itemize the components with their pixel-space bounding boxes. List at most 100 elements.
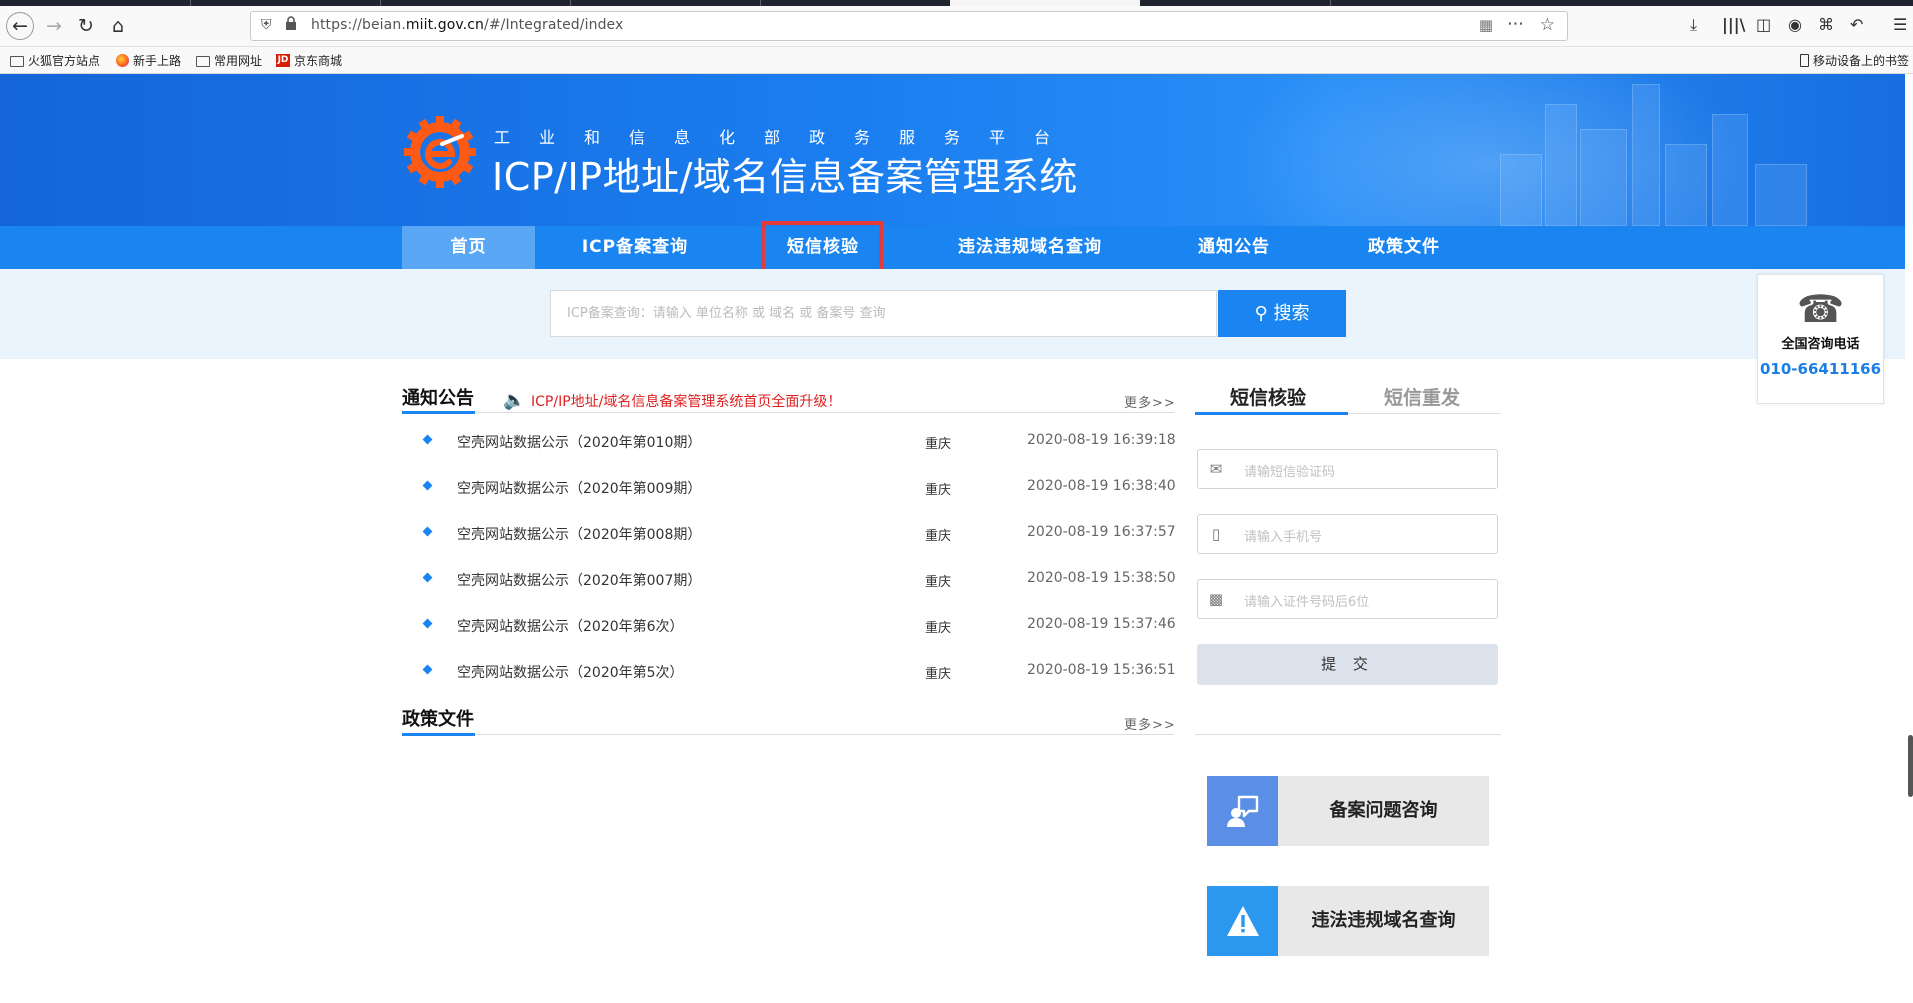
- menu-icon[interactable]: ☰: [1893, 15, 1907, 34]
- notice-title[interactable]: 空壳网站数据公示（2020年第007期）: [457, 570, 701, 590]
- hotline-card: ☎ 全国咨询电话 010-66411166: [1757, 274, 1884, 404]
- warning-icon: [1207, 886, 1278, 956]
- account-icon[interactable]: ◉: [1788, 15, 1802, 34]
- site-subtitle: 工业和信息化部政务服务平台: [494, 128, 1080, 147]
- bookmark-item[interactable]: 火狐官方站点: [10, 52, 100, 69]
- bullet-icon: [422, 572, 433, 583]
- mobile-device-icon: [1800, 54, 1809, 67]
- telephone-icon: ☎: [1796, 287, 1845, 331]
- bullet-icon: [422, 664, 433, 675]
- notice-time: 2020-08-19 16:39:18: [1027, 432, 1176, 448]
- notice-region: 重庆: [925, 575, 952, 590]
- submit-button[interactable]: 提 交: [1197, 644, 1498, 685]
- notice-title[interactable]: 空壳网站数据公示（2020年第008期）: [457, 524, 701, 544]
- folder-icon: [10, 55, 24, 67]
- notice-title[interactable]: 空壳网站数据公示（2020年第010期）: [457, 432, 701, 452]
- sms-bottom-divider: [1195, 734, 1501, 735]
- notice-title[interactable]: 空壳网站数据公示（2020年第5次）: [457, 662, 684, 682]
- page-scrollbar[interactable]: [1908, 735, 1913, 797]
- forward-arrow-icon[interactable]: →: [40, 12, 68, 40]
- tab-sms-verify[interactable]: 短信核验: [1230, 383, 1306, 410]
- nav-icp-query[interactable]: ICP备案查询: [560, 226, 710, 269]
- library-icon[interactable]: |||\: [1722, 15, 1745, 34]
- illegal-domain-quick-link[interactable]: 违法违规域名查询: [1207, 886, 1489, 956]
- folder-icon: [196, 55, 210, 67]
- notice-row[interactable]: 空壳网站数据公示（2020年第008期） 重庆 2020-08-19 16:37…: [402, 524, 1176, 554]
- address-bar[interactable]: ⛨ https://beian.miit.gov.cn/#/Integrated…: [250, 11, 1568, 41]
- nav-illegal-domain-query[interactable]: 违法违规域名查询: [940, 226, 1120, 269]
- shield-icon[interactable]: ⛨: [261, 17, 272, 33]
- notice-time: 2020-08-19 16:38:40: [1027, 478, 1176, 494]
- tab-sms-resend[interactable]: 短信重发: [1384, 383, 1460, 410]
- notice-row[interactable]: 空壳网站数据公示（2020年第5次） 重庆 2020-08-19 15:36:5…: [402, 662, 1176, 692]
- lock-icon[interactable]: [285, 16, 297, 34]
- notices-title-underline: [402, 411, 475, 414]
- notices-more-link[interactable]: 更多>>: [1124, 392, 1176, 411]
- nav-policy[interactable]: 政策文件: [1345, 226, 1463, 269]
- id-number-placeholder: 请输入证件号码后6位: [1244, 595, 1370, 610]
- notices-title[interactable]: 通知公告: [402, 384, 474, 410]
- notice-row[interactable]: 空壳网站数据公示（2020年第6次） 重庆 2020-08-19 15:37:4…: [402, 616, 1176, 646]
- miit-logo-icon: [404, 116, 476, 188]
- banner-building: [1665, 144, 1707, 226]
- bookmark-star-icon[interactable]: ☆: [1540, 15, 1555, 35]
- notice-region: 重庆: [925, 529, 952, 544]
- hotline-number[interactable]: 010-66411166: [1758, 360, 1883, 378]
- sidebar-icon[interactable]: ◫: [1756, 15, 1771, 34]
- sms-code-placeholder: 请输短信验证码: [1244, 465, 1336, 480]
- bookmark-label: 常用网址: [214, 54, 263, 68]
- site-banner: 工业和信息化部政务服务平台 ICP/IP地址/域名信息备案管理系统: [0, 74, 1905, 226]
- notice-marquee[interactable]: ICP/IP地址/域名信息备案管理系统首页全面升级！: [531, 391, 841, 411]
- notice-region: 重庆: [925, 667, 952, 682]
- notice-time: 2020-08-19 15:36:51: [1027, 662, 1176, 678]
- policy-more-link[interactable]: 更多>>: [1124, 714, 1176, 733]
- id-number-field[interactable]: ▩ 请输入证件号码后6位: [1197, 579, 1498, 619]
- banner-building: [1545, 104, 1577, 226]
- bookmark-item[interactable]: 常用网址: [196, 52, 262, 69]
- bookmark-item[interactable]: JD 京东商城: [276, 52, 342, 69]
- bullet-icon: [422, 434, 433, 445]
- back-arrow-icon[interactable]: ←: [6, 12, 34, 40]
- banner-building: [1755, 164, 1807, 226]
- reload-icon[interactable]: ↻: [72, 12, 100, 40]
- banner-building: [1712, 114, 1748, 226]
- search-input[interactable]: ICP备案查询：请输入 单位名称 或 域名 或 备案号 查询: [550, 290, 1217, 337]
- screenshot-icon[interactable]: ⌘: [1818, 15, 1834, 34]
- phone-field[interactable]: ▯ 请输入手机号: [1197, 514, 1498, 554]
- nav-notices[interactable]: 通知公告: [1175, 226, 1293, 269]
- home-icon[interactable]: ⌂: [104, 12, 132, 40]
- notice-time: 2020-08-19 16:37:57: [1027, 524, 1176, 540]
- policy-title-underline: [402, 733, 475, 736]
- sms-message-icon: ✉: [1209, 460, 1223, 478]
- search-button-label: 搜索: [1273, 303, 1310, 324]
- consult-quick-link[interactable]: 备案问题咨询: [1207, 776, 1489, 846]
- mobile-bookmarks[interactable]: 移动设备上的书签: [1800, 52, 1909, 69]
- sms-code-field[interactable]: ✉ 请输短信验证码: [1197, 449, 1498, 489]
- undo-icon[interactable]: ↶: [1850, 15, 1863, 34]
- firefox-icon: [116, 54, 129, 67]
- banner-building: [1632, 84, 1660, 226]
- bookmarks-bar: 火狐官方站点 新手上路 常用网址 JD 京东商城 移动设备上的书签: [0, 47, 1913, 74]
- consult-label: 备案问题咨询: [1329, 800, 1438, 821]
- notice-row[interactable]: 空壳网站数据公示（2020年第007期） 重庆 2020-08-19 15:38…: [402, 570, 1176, 600]
- url-text[interactable]: https://beian.miit.gov.cn/#/Integrated/i…: [311, 17, 623, 33]
- notice-region: 重庆: [925, 437, 952, 452]
- qr-code-icon[interactable]: ▦: [1479, 16, 1493, 34]
- search-button[interactable]: ⚲ 搜索: [1218, 290, 1346, 337]
- notice-title[interactable]: 空壳网站数据公示（2020年第009期）: [457, 478, 701, 498]
- speaker-icon: 🔈: [503, 390, 526, 411]
- notice-row[interactable]: 空壳网站数据公示（2020年第009期） 重庆 2020-08-19 16:38…: [402, 478, 1176, 508]
- bookmark-item[interactable]: 新手上路: [116, 52, 181, 69]
- notice-region: 重庆: [925, 621, 952, 636]
- policy-title[interactable]: 政策文件: [402, 705, 474, 731]
- search-icon: ⚲: [1254, 303, 1268, 324]
- more-actions-icon[interactable]: ⋯: [1507, 14, 1525, 34]
- notice-title[interactable]: 空壳网站数据公示（2020年第6次）: [457, 616, 684, 636]
- notice-row[interactable]: 空壳网站数据公示（2020年第010期） 重庆 2020-08-19 16:39…: [402, 432, 1176, 462]
- sms-tab-underline: [1195, 412, 1348, 415]
- nav-home[interactable]: 首页: [402, 226, 535, 269]
- policy-divider: [402, 734, 1174, 735]
- notice-time: 2020-08-19 15:37:46: [1027, 616, 1176, 632]
- browser-toolbar: ← → ↻ ⌂ ⛨ https://beian.miit.gov.cn/#/In…: [0, 6, 1913, 47]
- download-icon[interactable]: ⤓: [1690, 15, 1697, 35]
